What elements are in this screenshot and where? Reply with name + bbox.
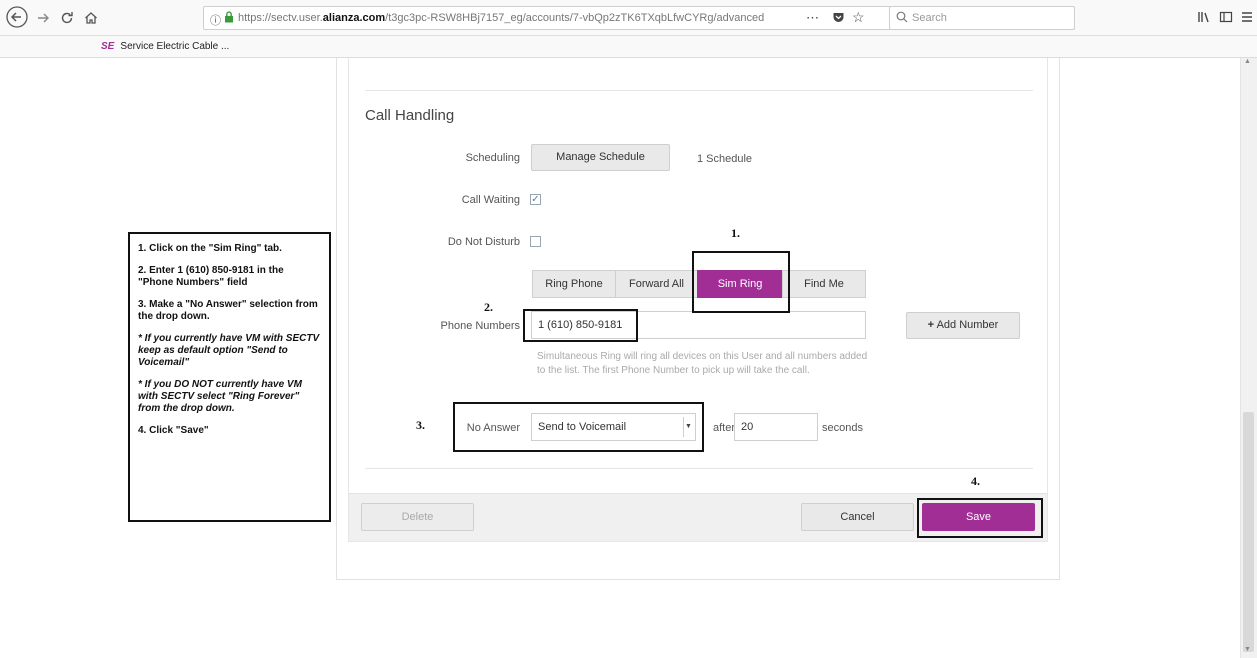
section-title: Call Handling xyxy=(365,107,455,124)
library-icon[interactable] xyxy=(1197,10,1211,29)
call-waiting-checkbox[interactable]: ✓ xyxy=(530,194,541,205)
bookmark-item[interactable]: SE Service Electric Cable ... xyxy=(101,40,229,52)
do-not-disturb-checkbox[interactable] xyxy=(530,236,541,247)
seconds-input[interactable]: 20 xyxy=(734,413,818,441)
annotation-number-4: 4. xyxy=(971,474,980,488)
plus-icon: + xyxy=(927,319,935,331)
delete-button[interactable]: Delete xyxy=(361,503,474,531)
scheduling-label: Scheduling xyxy=(465,152,520,164)
instructions-box: 1. Click on the "Sim Ring" tab. 2. Enter… xyxy=(128,232,331,522)
bookmark-star-icon[interactable]: ☆ xyxy=(852,9,865,26)
instruction-step-1: 1. Click on the "Sim Ring" tab. xyxy=(138,243,282,254)
tab-find-me[interactable]: Find Me xyxy=(782,270,866,298)
url-domain: alianza.com xyxy=(322,12,386,24)
add-number-label: Add Number xyxy=(936,319,999,331)
url-suffix: /t3gc3pc-RSW8HBj7157_eg/accounts/7-vbQp2… xyxy=(385,12,765,24)
annotation-box-save xyxy=(917,498,1043,538)
schedule-count: 1 Schedule xyxy=(697,153,753,165)
scrollbar-thumb[interactable] xyxy=(1243,412,1254,652)
instruction-note-1: * If you currently have VM with SECTV ke… xyxy=(138,333,320,368)
annotation-box-phone-number xyxy=(523,309,638,342)
annotation-box-sim-ring xyxy=(692,251,790,313)
home-icon xyxy=(85,12,97,24)
phone-numbers-label: Phone Numbers xyxy=(440,320,521,332)
lock-icon xyxy=(224,11,234,26)
scroll-up-icon[interactable]: ▲ xyxy=(1244,58,1251,65)
annotation-box-no-answer xyxy=(453,402,704,452)
back-button[interactable] xyxy=(4,2,30,39)
pocket-icon[interactable] xyxy=(832,11,845,27)
url-prefix: https://sectv.user. xyxy=(238,12,323,24)
bookmark-label: Service Electric Cable ... xyxy=(120,41,230,52)
home-button[interactable] xyxy=(80,3,102,36)
instruction-step-3: 3. Make a "No Answer" selection from the… xyxy=(138,299,318,322)
instruction-note-2: * If you DO NOT currently have VM with S… xyxy=(138,379,302,414)
annotation-number-2: 2. xyxy=(484,300,493,314)
url-text: https://sectv.user.alianza.com/t3gc3pc-R… xyxy=(238,12,798,24)
sidebar-icon[interactable] xyxy=(1219,10,1233,29)
seconds-label: seconds xyxy=(822,422,863,434)
bookmarks-toolbar: SE Service Electric Cable ... xyxy=(0,36,1257,58)
after-label: after xyxy=(713,422,736,434)
reload-button[interactable] xyxy=(56,3,78,36)
instruction-step-2: 2. Enter 1 (610) 850-9181 in the "Phone … xyxy=(138,265,284,288)
info-icon[interactable]: ⓘ xyxy=(210,12,221,28)
search-placeholder: Search xyxy=(912,12,947,24)
do-not-disturb-label: Do Not Disturb xyxy=(447,236,520,248)
back-arrow-icon xyxy=(6,6,28,28)
add-number-button[interactable]: + Add Number xyxy=(906,312,1020,339)
annotation-number-3: 3. xyxy=(416,418,425,432)
sectv-favicon-icon: SE xyxy=(101,41,115,52)
tab-ring-phone[interactable]: Ring Phone xyxy=(532,270,616,298)
forward-arrow-icon xyxy=(38,13,49,23)
cancel-button[interactable]: Cancel xyxy=(801,503,914,531)
call-waiting-label: Call Waiting xyxy=(461,194,520,206)
browser-search-box[interactable]: Search xyxy=(889,6,1075,30)
sim-ring-help-text: Simultaneous Ring will ring all devices … xyxy=(537,351,868,376)
menu-icon[interactable] xyxy=(1240,10,1254,29)
divider xyxy=(365,90,1033,91)
manage-schedule-button[interactable]: Manage Schedule xyxy=(531,144,670,171)
annotation-number-1: 1. xyxy=(731,226,740,240)
forward-button[interactable] xyxy=(32,3,54,36)
instruction-step-4: 4. Click "Save" xyxy=(138,425,209,436)
divider xyxy=(365,468,1033,469)
page-actions-button[interactable]: ⋯ xyxy=(806,10,819,26)
scroll-down-icon[interactable]: ▼ xyxy=(1244,646,1251,653)
reload-icon xyxy=(61,12,73,24)
search-icon xyxy=(896,11,908,26)
tab-forward-all[interactable]: Forward All xyxy=(615,270,698,298)
